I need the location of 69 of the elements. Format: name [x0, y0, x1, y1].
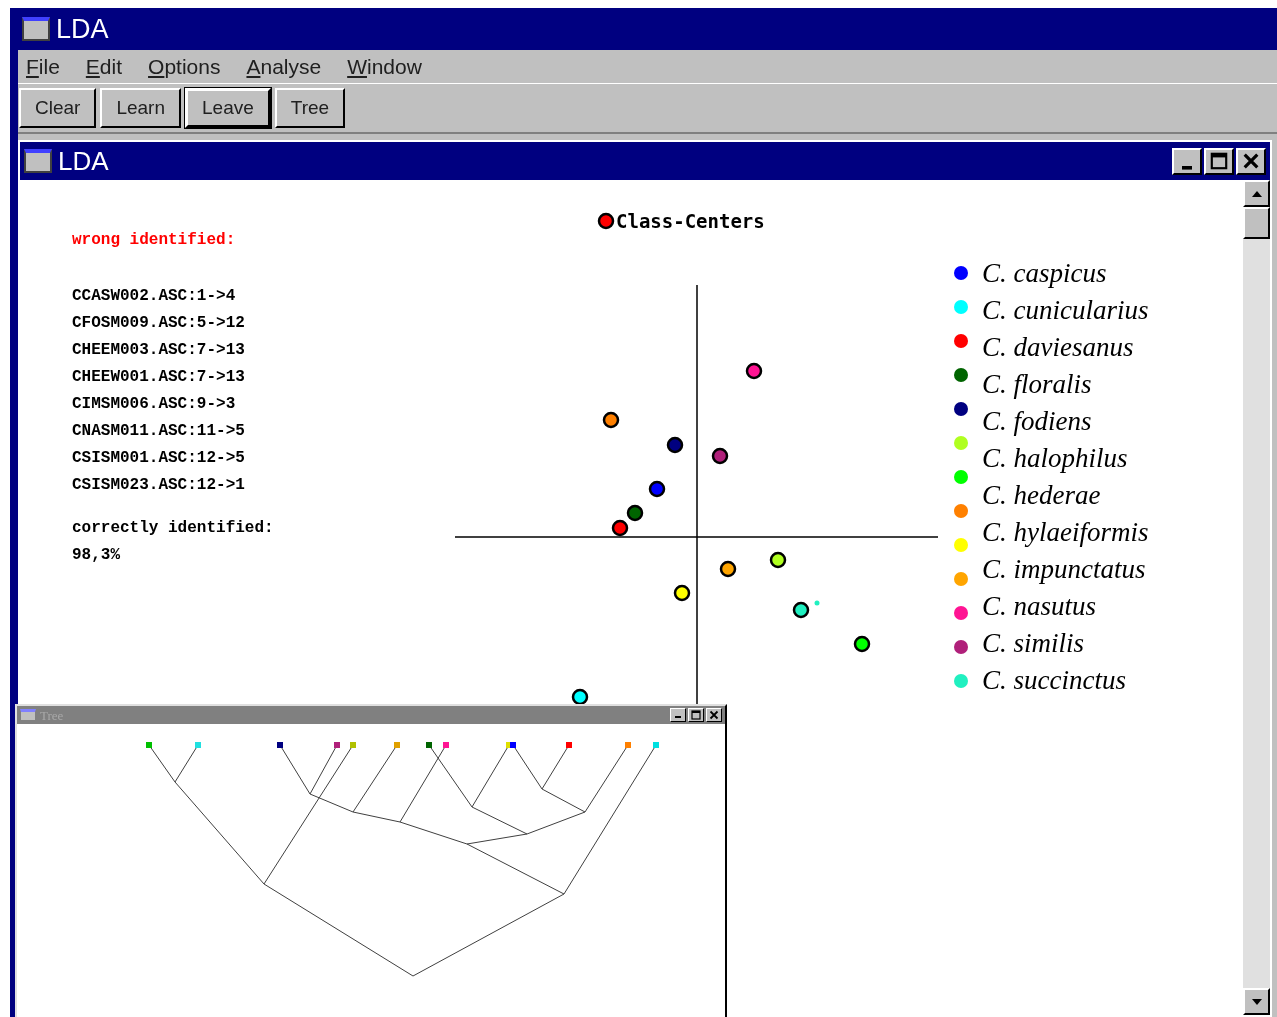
scroll-down-button[interactable] [1243, 988, 1270, 1015]
legend-label: C. caspicus [982, 260, 1107, 287]
toolbar-button[interactable]: Learn [100, 88, 181, 128]
menu-item[interactable]: Options [148, 56, 221, 77]
menu-item[interactable]: Window [347, 56, 422, 77]
class-center-point [673, 584, 691, 602]
toolbar-button[interactable]: Leave [185, 88, 271, 128]
minimize-icon [1181, 165, 1193, 170]
maximize-icon [691, 710, 701, 720]
legend-label: C. cunicularius [982, 297, 1149, 324]
toolbar-button[interactable]: Clear [19, 88, 97, 128]
class-center-point [626, 504, 644, 522]
misclassified-entry: CFOSM009.ASC:5->12 [72, 313, 246, 334]
window-icon [24, 149, 52, 173]
accuracy-heading: correctly identified: [72, 518, 275, 539]
class-center-point [602, 411, 620, 429]
menu-item[interactable]: Edit [85, 56, 123, 77]
class-center-point [711, 447, 729, 465]
misclassified-entry: CHEEM003.ASC:7->13 [72, 340, 246, 361]
sample-point [814, 600, 820, 606]
legend-label: C. hylaeiformis [982, 519, 1149, 546]
menu-item[interactable]: File [26, 56, 60, 77]
legend-label: C. nasutus [982, 593, 1097, 620]
minimize-button[interactable] [670, 708, 686, 722]
error-heading: wrong identified: [72, 230, 237, 250]
up-arrow-icon [1251, 190, 1262, 197]
misclassified-entry: CSISM023.ASC:12->1 [72, 475, 246, 496]
legend-label: C. hederae [982, 482, 1101, 509]
window-icon [20, 709, 36, 721]
minimize-icon [675, 716, 681, 718]
scroll-up-button[interactable] [1243, 180, 1270, 207]
document-title: LDA [58, 148, 110, 174]
class-center-point [769, 551, 787, 569]
class-center-point [719, 560, 737, 578]
class-center-point [792, 601, 810, 619]
legend-label: C. halophilus [982, 445, 1128, 472]
plot-title: Class-Centers [616, 211, 765, 231]
close-icon [709, 710, 719, 720]
window-title: LDA [56, 15, 109, 43]
close-icon [1242, 152, 1260, 170]
misclassified-entry: CNASM011.ASC:11->5 [72, 421, 246, 442]
misclassified-entry: CSISM001.ASC:12->5 [72, 448, 246, 469]
down-arrow-icon [1251, 998, 1262, 1005]
legend-label: C. similis [982, 630, 1085, 657]
misclassified-entry: CIMSM006.ASC:9->3 [72, 394, 237, 415]
window-icon [22, 17, 50, 41]
toolbar-button[interactable]: Tree [274, 88, 346, 128]
misclassified-entry: CCASW002.ASC:1->4 [72, 286, 237, 307]
maximize-button[interactable] [1204, 147, 1234, 175]
legend-label: C. impunctatus [982, 556, 1146, 583]
class-center-point [648, 480, 666, 498]
class-center-point [853, 635, 871, 653]
legend-label: C. floralis [982, 371, 1092, 398]
class-center-point [745, 362, 763, 380]
scroll-thumb[interactable] [1243, 207, 1270, 239]
legend-label: C. daviesanus [982, 334, 1134, 361]
minimize-button[interactable] [1172, 147, 1202, 175]
close-button[interactable] [1236, 147, 1266, 175]
center-marker-icon [597, 212, 615, 230]
accuracy-value: 98,3% [72, 545, 121, 566]
close-button[interactable] [706, 708, 722, 722]
maximize-button[interactable] [688, 708, 704, 722]
legend-label: C. fodiens [982, 408, 1092, 435]
class-center-point [666, 436, 684, 454]
maximize-icon [1210, 152, 1228, 170]
menu-item[interactable]: Analyse [246, 56, 322, 77]
legend-label: C. succinctus [982, 667, 1126, 694]
class-center-point [571, 688, 589, 706]
misclassified-entry: CHEEW001.ASC:7->13 [72, 367, 246, 388]
